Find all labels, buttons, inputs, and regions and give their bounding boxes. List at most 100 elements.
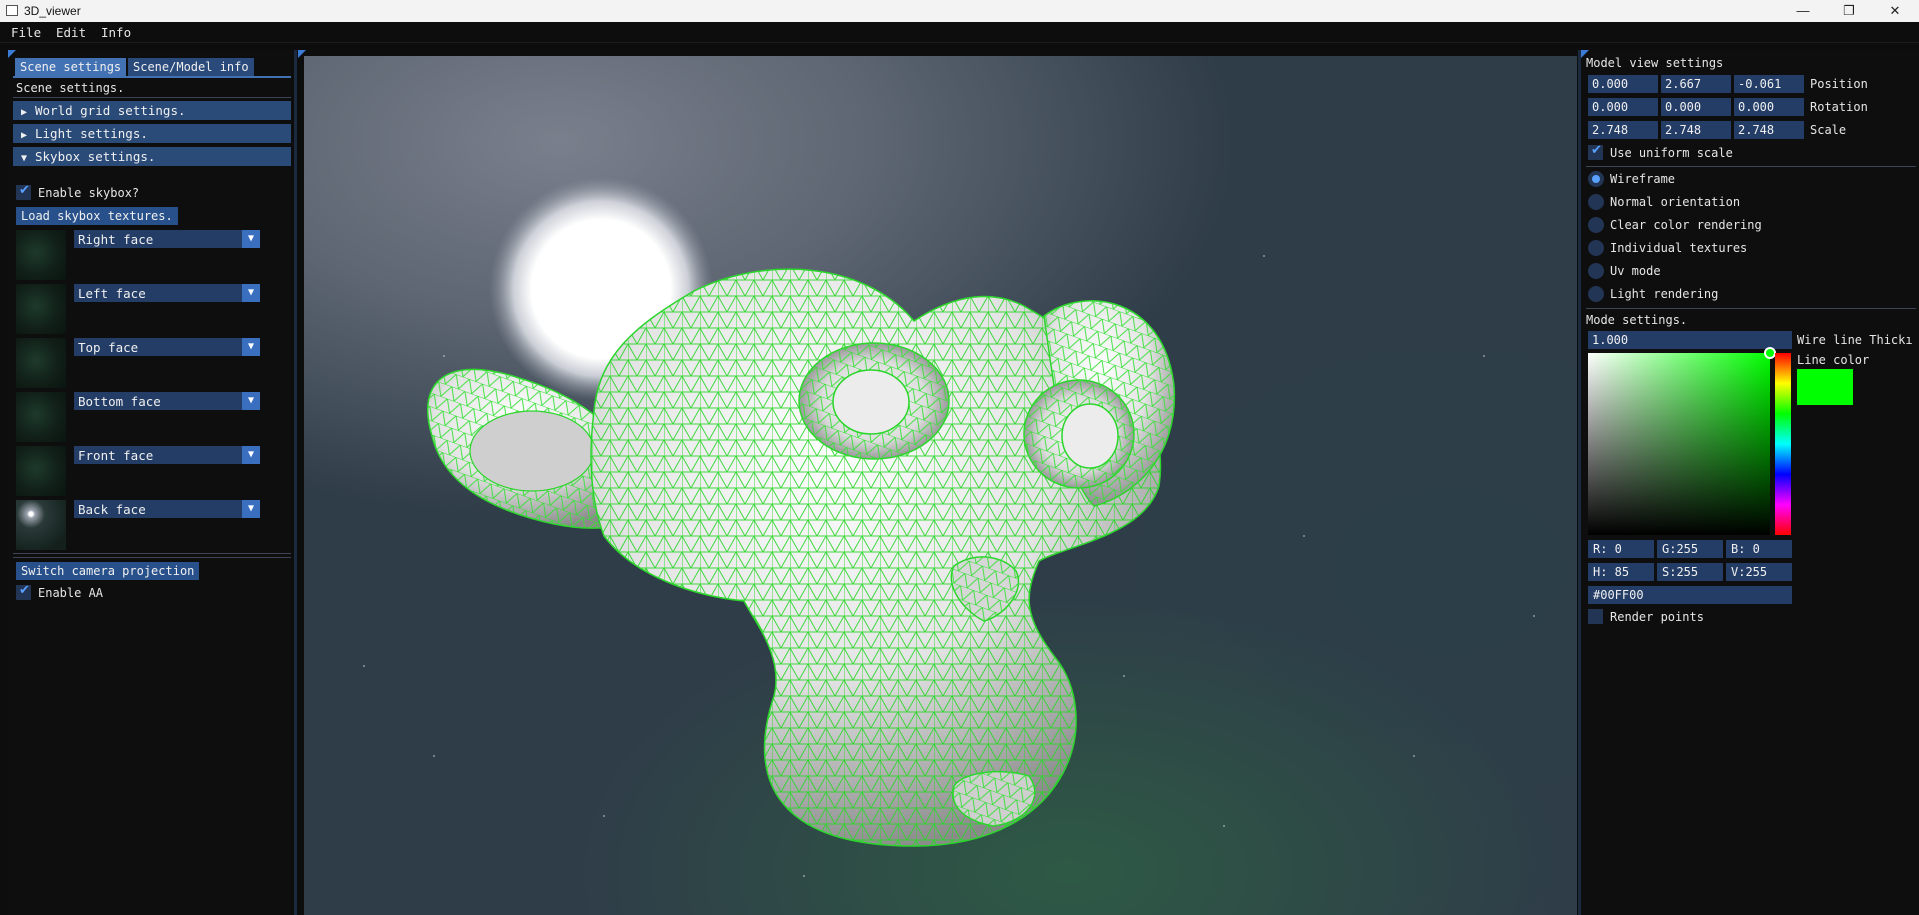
saturation-value-picker[interactable] (1588, 353, 1770, 535)
chevron-down-icon: ▼ (242, 500, 260, 518)
line-color-swatch[interactable] (1797, 369, 1853, 405)
triangle-right-icon: ▶ (21, 107, 28, 118)
light-settings-header[interactable]: ▶ Light settings. (13, 124, 291, 143)
triangle-right-icon: ▶ (21, 130, 28, 141)
uniform-scale-checkbox[interactable]: ✔ (1588, 143, 1603, 160)
enable-aa-label: Enable AA (38, 586, 104, 600)
tab-scene-settings[interactable]: Scene settings (15, 58, 127, 76)
world-grid-header[interactable]: ▶ World grid settings. (13, 101, 291, 120)
right-face-label: Right face (78, 232, 154, 247)
window-title: 3D_viewer (24, 4, 81, 18)
position-y-field[interactable]: 2.667 (1661, 75, 1731, 93)
back-face-label: Back face (78, 502, 146, 517)
back-face-thumbnail (16, 500, 66, 550)
mode-normal-orientation-label: Normal orientation (1610, 195, 1741, 209)
scale-x-field[interactable]: 2.748 (1588, 121, 1658, 139)
load-skybox-button[interactable]: Load skybox textures. (16, 207, 178, 225)
chevron-down-icon: ▼ (242, 284, 260, 302)
saturation-field[interactable]: S:255 (1657, 563, 1723, 581)
top-face-thumbnail (16, 338, 66, 388)
minimize-button[interactable]: — (1780, 0, 1826, 22)
triangle-down-icon: ▼ (21, 153, 28, 164)
scale-label: Scale (1810, 123, 1847, 137)
front-face-select[interactable]: Front face ▼ (74, 446, 260, 464)
enable-skybox-label: Enable skybox? (38, 186, 140, 200)
world-grid-label: World grid settings. (35, 103, 186, 118)
model-view-panel: Model view settings 0.000 2.667 -0.061 P… (1581, 50, 1919, 915)
blue-field[interactable]: B: 0 (1726, 540, 1792, 558)
tab-scene-model-info[interactable]: Scene/Model info (128, 58, 254, 76)
mode-settings-heading: Mode settings. (1586, 313, 1688, 327)
mode-wireframe-radio[interactable] (1588, 171, 1604, 187)
rotation-y-field[interactable]: 0.000 (1661, 98, 1731, 116)
left-face-select[interactable]: Left face ▼ (74, 284, 260, 302)
left-face-thumbnail (16, 284, 66, 334)
mode-light-rendering-radio[interactable] (1588, 286, 1604, 302)
rotation-label: Rotation (1810, 100, 1868, 114)
divider (13, 557, 291, 558)
wire-thickness-label: Wire line Thickı (1797, 333, 1913, 347)
check-icon: ✔ (19, 183, 30, 198)
green-field[interactable]: G:255 (1657, 540, 1723, 558)
front-face-thumbnail (16, 446, 66, 496)
model-view-settings-title: Model view settings (1586, 56, 1724, 70)
mode-uv-radio[interactable] (1588, 263, 1604, 279)
rotation-z-field[interactable]: 0.000 (1734, 98, 1804, 116)
mode-clear-color-label: Clear color rendering (1610, 218, 1762, 232)
splitter-left[interactable] (294, 50, 297, 915)
rotation-x-field[interactable]: 0.000 (1588, 98, 1658, 116)
red-field[interactable]: R: 0 (1588, 540, 1654, 558)
mode-normal-orientation-radio[interactable] (1588, 194, 1604, 210)
mode-individual-textures-label: Individual textures (1610, 241, 1748, 255)
render-points-checkbox[interactable] (1588, 609, 1603, 624)
position-x-field[interactable]: 0.000 (1588, 75, 1658, 93)
right-face-select[interactable]: Right face ▼ (74, 230, 260, 248)
check-icon: ✔ (1591, 143, 1602, 158)
scale-z-field[interactable]: 2.748 (1734, 121, 1804, 139)
title-bar: 3D_viewer — ❐ ✕ (0, 0, 1919, 22)
scene-settings-heading: Scene settings. (16, 81, 125, 95)
menu-info[interactable]: Info (101, 25, 131, 40)
scale-y-field[interactable]: 2.748 (1661, 121, 1731, 139)
chevron-down-icon: ▼ (242, 230, 260, 248)
menu-file[interactable]: File (11, 25, 41, 40)
skybox-settings-label: Skybox settings. (35, 149, 156, 164)
divider (1586, 166, 1916, 167)
bottom-face-thumbnail (16, 392, 66, 442)
hue-slider[interactable] (1775, 353, 1791, 535)
value-field[interactable]: V:255 (1726, 563, 1792, 581)
maximize-button[interactable]: ❐ (1826, 0, 1872, 22)
top-face-select[interactable]: Top face ▼ (74, 338, 260, 356)
menu-bar: File Edit Info (0, 22, 1919, 43)
top-face-label: Top face (78, 340, 139, 355)
enable-aa-checkbox[interactable]: ✔ (16, 583, 31, 600)
3d-viewport[interactable] (304, 56, 1577, 915)
front-face-label: Front face (78, 448, 154, 463)
scene-panel: Scene settings Scene/Model info Scene se… (8, 50, 292, 915)
tab-underline (13, 76, 291, 78)
position-z-field[interactable]: -0.061 (1734, 75, 1804, 93)
viewport-window (298, 50, 1578, 915)
enable-skybox-checkbox[interactable]: ✔ (16, 183, 31, 200)
mode-individual-textures-radio[interactable] (1588, 240, 1604, 256)
right-face-thumbnail (16, 230, 66, 280)
bottom-face-select[interactable]: Bottom face ▼ (74, 392, 260, 410)
hex-field[interactable]: #00FF00 (1588, 586, 1792, 604)
light-settings-label: Light settings. (35, 126, 148, 141)
menu-edit[interactable]: Edit (56, 25, 86, 40)
close-button[interactable]: ✕ (1872, 0, 1918, 22)
hue-field[interactable]: H: 85 (1588, 563, 1654, 581)
divider (1586, 308, 1916, 309)
render-points-label: Render points (1610, 610, 1704, 624)
divider (13, 553, 291, 554)
back-face-select[interactable]: Back face ▼ (74, 500, 260, 518)
skybox-settings-header[interactable]: ▼ Skybox settings. (13, 147, 291, 166)
switch-camera-projection-button[interactable]: Switch camera projection (16, 562, 200, 580)
chevron-down-icon: ▼ (242, 338, 260, 356)
uniform-scale-label: Use uniform scale (1610, 146, 1733, 160)
line-color-label: Line color (1797, 353, 1870, 367)
wire-thickness-field[interactable]: 1.000 (1588, 331, 1792, 349)
mode-clear-color-radio[interactable] (1588, 217, 1604, 233)
mode-light-rendering-label: Light rendering (1610, 287, 1719, 301)
check-icon: ✔ (19, 583, 30, 598)
